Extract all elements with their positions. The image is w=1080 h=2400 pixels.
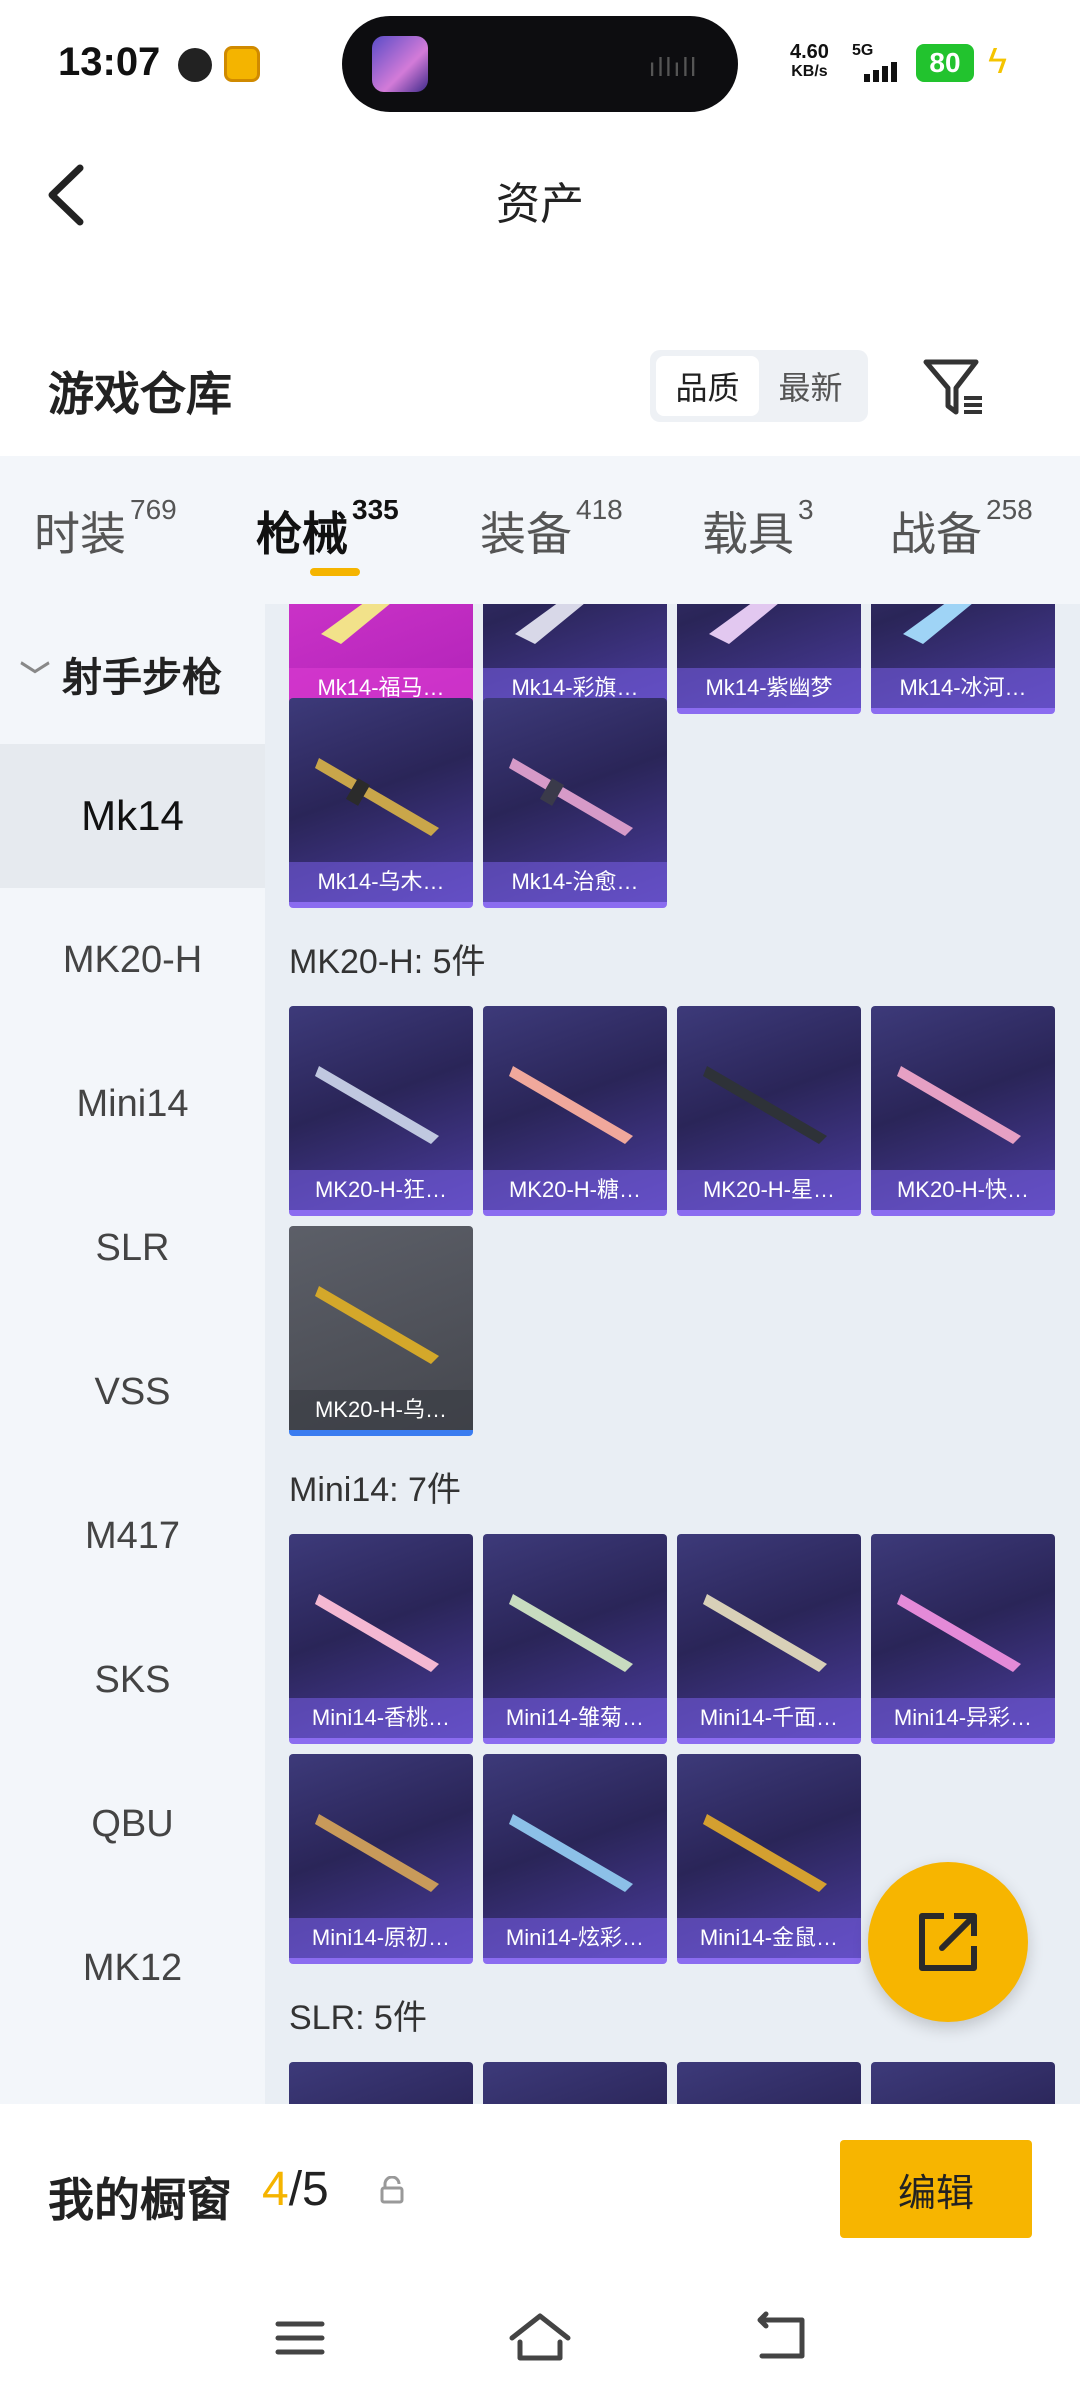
- rifle-icon: [897, 1066, 1021, 1144]
- category-item[interactable]: Mini14: [0, 1032, 265, 1176]
- tab-vehicles[interactable]: 载具 3: [702, 494, 814, 564]
- item-card[interactable]: [289, 2062, 473, 2104]
- signal-icon: [864, 62, 897, 82]
- section-title: SLR: 5件: [289, 1999, 427, 2037]
- item-card[interactable]: MK20-H-快…: [871, 1006, 1055, 1216]
- item-card[interactable]: MK20-H-星…: [677, 1006, 861, 1216]
- item-card[interactable]: MK20-H-乌…: [289, 1226, 473, 1436]
- section-title: Mini14: 7件: [289, 1471, 461, 1509]
- item-card[interactable]: [677, 2062, 861, 2104]
- item-card[interactable]: Mini14-香桃…: [289, 1534, 473, 1744]
- rifle-icon: [703, 1066, 827, 1144]
- rifle-icon: [509, 1066, 633, 1144]
- network-type: 5G: [852, 42, 874, 59]
- system-nav-bar: [0, 2280, 1080, 2400]
- item-card[interactable]: Mini14-千面…: [677, 1534, 861, 1744]
- net-speed: 4.60 KB/s: [790, 41, 829, 80]
- sort-newest-button[interactable]: 最新: [759, 356, 862, 416]
- page-title: 资产: [496, 180, 584, 229]
- tab-guns[interactable]: 枪械 335: [256, 494, 399, 564]
- category-item[interactable]: MK12: [0, 1896, 265, 2040]
- rifle-icon: [509, 1594, 633, 1672]
- audio-wave-icon: ıllıll: [648, 52, 698, 82]
- home-icon[interactable]: [500, 2302, 580, 2372]
- app-notification-icon: [224, 46, 260, 82]
- item-card[interactable]: Mini14-原初…: [289, 1754, 473, 1964]
- battery-level: 80: [916, 44, 974, 82]
- status-time: 13:07: [58, 40, 161, 84]
- tab-fashion[interactable]: 时装 769: [34, 494, 177, 564]
- tab-equipment[interactable]: 装备 418: [480, 494, 623, 564]
- item-card[interactable]: MK20-H-糖…: [483, 1006, 667, 1216]
- rifle-icon: [509, 758, 633, 836]
- item-card[interactable]: Mk14-乌木…: [289, 698, 473, 908]
- rifle-icon: [315, 1286, 439, 1364]
- rifle-icon: [515, 604, 584, 644]
- weapon-category-list: ﹀ 射手步枪 Mk14 MK20-H Mini14 SLR VSS M417 S…: [0, 604, 265, 2104]
- warehouse-title: 游戏仓库: [48, 368, 232, 420]
- active-tab-indicator: [310, 568, 360, 576]
- item-card[interactable]: Mini14-金鼠…: [677, 1754, 861, 1964]
- category-item[interactable]: VSS: [0, 1320, 265, 1464]
- item-card[interactable]: MK20-H-狂…: [289, 1006, 473, 1216]
- tab-supplies[interactable]: 战备 258: [890, 494, 1033, 564]
- category-item[interactable]: QBU: [0, 1752, 265, 1896]
- showcase-bar: 我的橱窗 4/5 编辑: [0, 2104, 1080, 2280]
- item-card[interactable]: Mini14-雏菊…: [483, 1534, 667, 1744]
- rifle-icon: [703, 1594, 827, 1672]
- item-card[interactable]: [871, 2062, 1055, 2104]
- rifle-icon: [509, 1814, 633, 1892]
- share-fab-button[interactable]: [868, 1862, 1028, 2022]
- back-nav-icon[interactable]: [740, 2302, 820, 2372]
- rifle-icon: [703, 1814, 827, 1892]
- category-group-header[interactable]: ﹀ 射手步枪: [0, 604, 265, 744]
- rifle-icon: [709, 604, 778, 644]
- rifle-icon: [903, 604, 972, 644]
- filter-icon: [923, 359, 982, 415]
- item-card[interactable]: Mini14-异彩…: [871, 1534, 1055, 1744]
- category-item[interactable]: SKS: [0, 1608, 265, 1752]
- rifle-icon: [321, 604, 390, 644]
- media-thumbnail: [372, 36, 428, 92]
- dynamic-island[interactable]: ıllıll: [342, 16, 738, 112]
- category-tabs: 时装 769 枪械 335 装备 418 载具 3 战备 258: [0, 456, 1080, 604]
- item-card[interactable]: [483, 2062, 667, 2104]
- status-bar: 13:07 ıllıll 4.60 KB/s 5G 80 ϟ: [0, 0, 1080, 130]
- charging-icon: ϟ: [988, 40, 1008, 81]
- category-item[interactable]: MK20-H: [0, 888, 265, 1032]
- share-icon: [919, 1913, 977, 1971]
- item-card[interactable]: Mk14-治愈…: [483, 698, 667, 908]
- rifle-icon: [315, 1066, 439, 1144]
- category-item[interactable]: M417: [0, 1464, 265, 1608]
- chevron-down-icon: ﹀: [20, 661, 50, 694]
- lock-icon: [380, 2176, 404, 2204]
- sort-quality-button[interactable]: 品质: [656, 356, 759, 416]
- item-card[interactable]: Mini14-炫彩…: [483, 1754, 667, 1964]
- globe-icon: [178, 48, 212, 82]
- rifle-icon: [897, 1594, 1021, 1672]
- menu-icon[interactable]: [260, 2302, 340, 2372]
- rifle-icon: [315, 758, 439, 836]
- category-item[interactable]: Mk14: [0, 744, 265, 888]
- edit-button[interactable]: 编辑: [840, 2140, 1032, 2238]
- rifle-icon: [315, 1814, 439, 1892]
- category-item[interactable]: SLR: [0, 1176, 265, 1320]
- item-card[interactable]: Mk14-紫幽梦: [677, 604, 861, 714]
- filter-button[interactable]: [920, 354, 986, 420]
- sort-toggle: 品质 最新: [650, 350, 868, 422]
- showcase-count: 4/5: [262, 2163, 329, 2216]
- rifle-icon: [315, 1594, 439, 1672]
- showcase-label: 我的橱窗: [48, 2174, 232, 2226]
- section-title: MK20-H: 5件: [289, 943, 486, 981]
- item-card[interactable]: Mk14-冰河…: [871, 604, 1055, 714]
